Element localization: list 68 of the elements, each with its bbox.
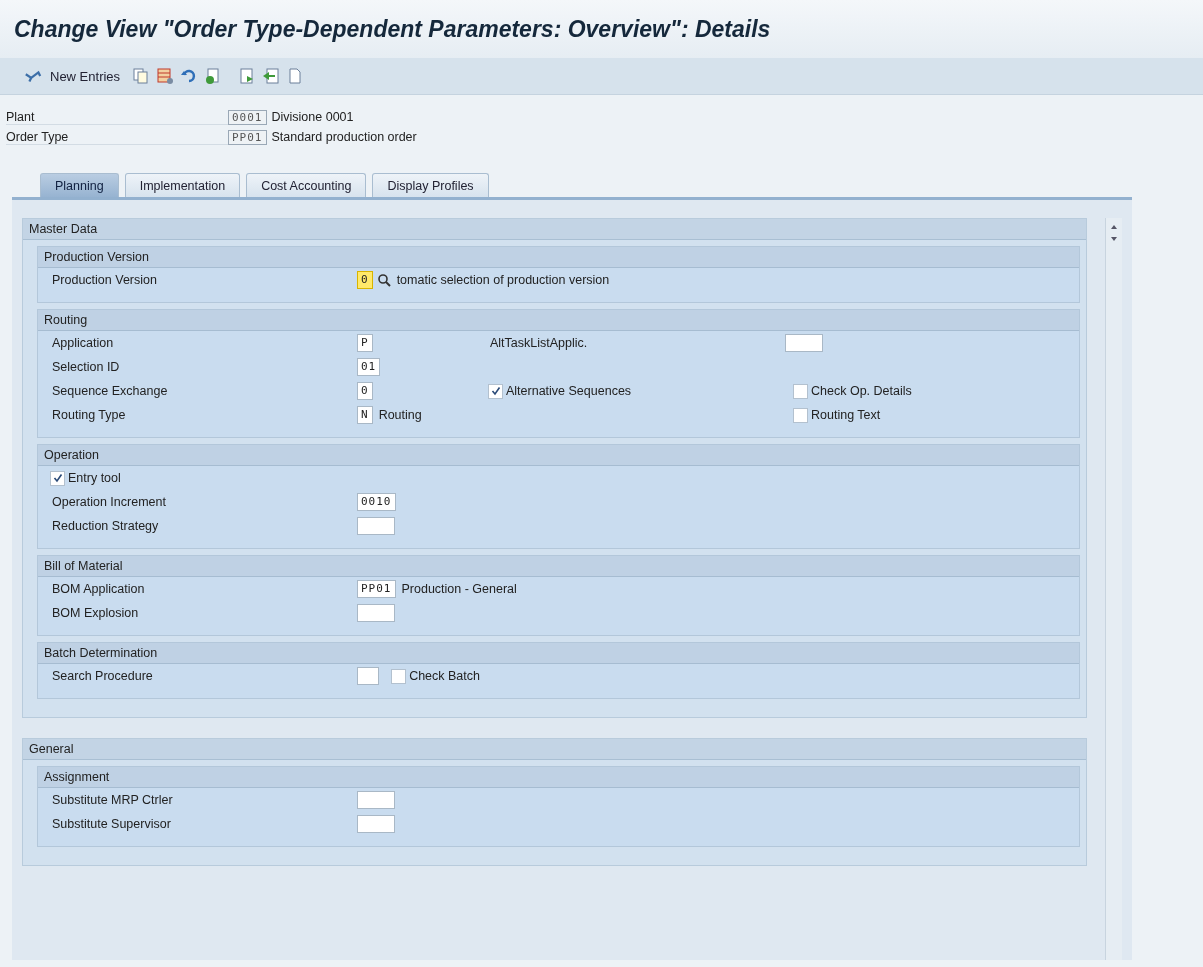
field-label: BOM Explosion [51, 606, 139, 620]
group-title: Batch Determination [38, 643, 1079, 664]
field-label: AltTaskListApplic. [489, 336, 588, 350]
input-field[interactable]: 01 [357, 358, 381, 376]
field-label: Substitute MRP Ctrler [51, 793, 173, 807]
search-icon[interactable] [376, 273, 391, 287]
group-title: Operation [38, 445, 1079, 466]
input-field[interactable] [357, 667, 380, 685]
field-label: Substitute Supervisor [51, 817, 171, 831]
input-field[interactable]: PP01 [357, 580, 396, 598]
input-field[interactable]: 0010 [357, 493, 396, 511]
input-field[interactable] [357, 815, 395, 833]
field-label: BOM Application [51, 582, 145, 596]
input-field[interactable] [357, 791, 395, 809]
key-field: PP01 [228, 129, 267, 145]
tab[interactable]: Cost Accounting [246, 173, 367, 197]
checkbox-label: Alternative Sequences [506, 384, 632, 398]
field-label: Search Procedure [51, 669, 153, 683]
field-label: Production Version [51, 273, 157, 287]
input-field[interactable] [357, 604, 395, 622]
field-label: Reduction Strategy [51, 519, 159, 533]
checkmark-icon [490, 386, 501, 396]
field-description: Divisione 0001 [271, 110, 354, 124]
scroll-down-icon[interactable] [1110, 236, 1118, 242]
checkbox-label: Check Op. Details [811, 384, 912, 398]
field-label: Sequence Exchange [51, 384, 168, 398]
checkbox[interactable] [50, 470, 65, 486]
section-title: General [23, 739, 1086, 760]
tab[interactable]: Planning [40, 173, 119, 197]
field-description: Routing [377, 408, 422, 422]
checkbox[interactable] [793, 383, 808, 399]
table-icon[interactable] [156, 67, 175, 85]
copy-icon[interactable] [132, 67, 151, 85]
tab[interactable]: Display Profiles [372, 173, 489, 197]
field-label: Plant [6, 109, 228, 125]
field-description: Standard production order [271, 130, 417, 144]
window-title: Change View "Order Type-Dependent Parameters: Overview": Details [14, 15, 771, 43]
input-field[interactable] [785, 334, 823, 352]
field-description: Production - General [400, 582, 517, 596]
import-icon[interactable] [262, 67, 281, 85]
input-field[interactable]: N [357, 406, 373, 424]
group-title: Routing [38, 310, 1079, 331]
key-field: 0001 [228, 109, 267, 125]
field-label: Operation Increment [51, 495, 166, 509]
checkbox-label: Routing Text [811, 408, 881, 422]
scrollbar[interactable] [1105, 218, 1122, 960]
input-field[interactable]: 0 [357, 382, 373, 400]
checkbox-label: Check Batch [409, 669, 480, 683]
group-title: Production Version [38, 247, 1079, 268]
field-label: Application [51, 336, 114, 350]
input-field[interactable]: P [357, 334, 373, 352]
input-field[interactable]: 0 [357, 271, 373, 289]
checkbox[interactable] [793, 407, 808, 423]
checkmark-icon [52, 473, 63, 483]
group-title: Bill of Material [38, 556, 1079, 577]
new-entries-button[interactable]: New Entries [48, 68, 127, 84]
field-label: Order Type [6, 129, 228, 145]
field-label: Routing Type [51, 408, 126, 422]
field-description: tomatic selection of production version [395, 273, 610, 287]
input-field[interactable] [357, 517, 395, 535]
tab[interactable]: Implementation [124, 173, 241, 197]
checkbox-label: Entry tool [68, 471, 121, 485]
section-title: Master Data [23, 219, 1086, 240]
checkbox[interactable] [391, 668, 407, 684]
scroll-up-icon[interactable] [1110, 224, 1118, 230]
checkbox[interactable] [488, 383, 503, 399]
group-title: Assignment [38, 767, 1079, 788]
field-label: Selection ID [51, 360, 120, 374]
